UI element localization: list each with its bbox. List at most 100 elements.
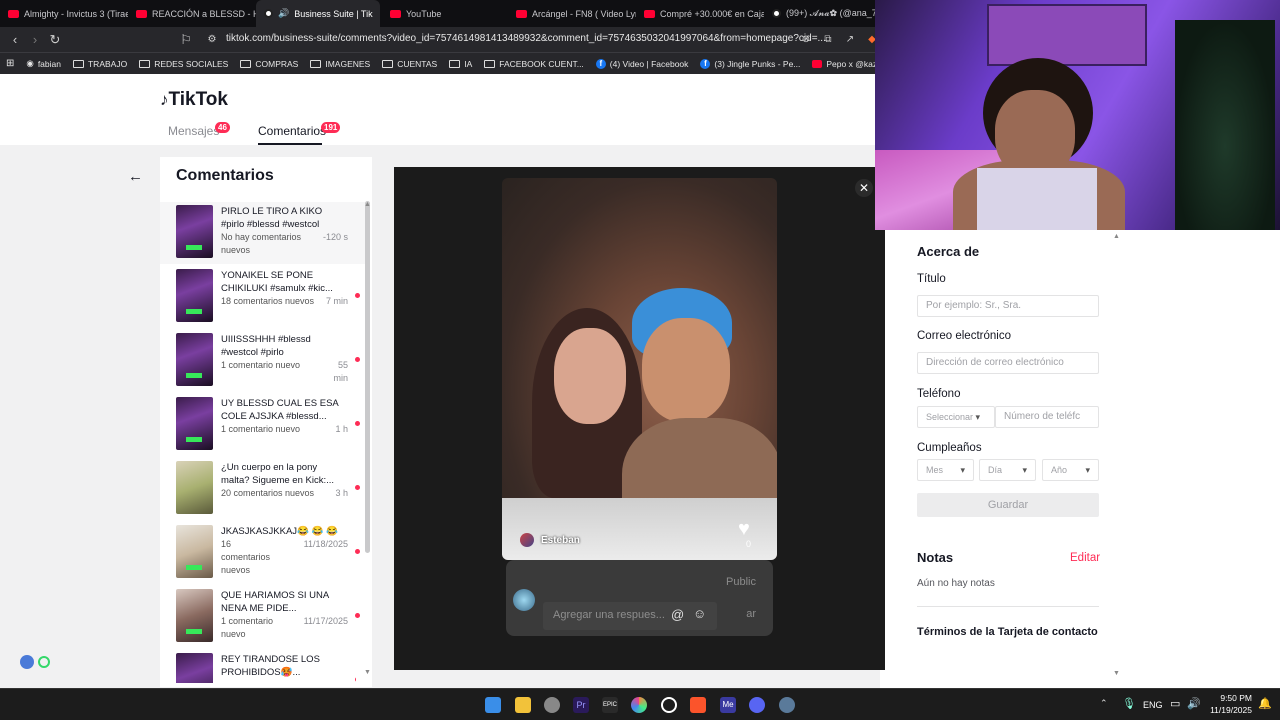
bookmark-item[interactable]: f (3) Jingle Punks - Pe... <box>694 58 806 69</box>
language-indicator[interactable]: ENG <box>1143 700 1163 710</box>
microphone-icon[interactable]: 🎙 <box>1122 697 1136 710</box>
facebook-icon: f <box>595 58 606 69</box>
comment-video-item[interactable]: UY BLESSD CUAL ES ESA COLE AJSJKA #bless… <box>176 397 360 453</box>
video-thumbnail <box>176 525 213 578</box>
bookmark-item[interactable]: TRABAJO <box>67 59 133 69</box>
status-widget-icon[interactable] <box>38 656 50 668</box>
author-avatar[interactable] <box>520 533 534 547</box>
url-field[interactable]: tiktok.com/business-suite/comments?video… <box>226 33 826 44</box>
discord-icon[interactable] <box>749 697 765 713</box>
public-label[interactable]: Public <box>726 576 756 588</box>
video-thumbnail <box>176 653 213 683</box>
folder-icon <box>139 59 151 68</box>
site-info-icon[interactable]: ⚙ <box>202 34 222 45</box>
comment-video-item[interactable]: JKASJKASJKKAJ😂 😂 😂 16 comentarios nuevos… <box>176 525 360 581</box>
network-icon[interactable]: ▭ <box>1170 697 1180 710</box>
browser-tab[interactable]: REACCIÓN a BLESSD - HUC... <box>128 0 256 27</box>
share-icon[interactable]: ↗ <box>840 34 860 45</box>
premiere-pro-icon[interactable]: Pr <box>573 697 589 713</box>
notifications-icon[interactable]: 🔔 <box>1258 697 1272 710</box>
tab-label: REACCIÓN a BLESSD - HUC... <box>152 8 256 19</box>
comment-video-item[interactable]: YONAIKEL SE PONE CHIKILUKI #samulx #kic.… <box>176 269 360 325</box>
bookmark-item[interactable]: IA <box>443 59 478 69</box>
tab-mensajes[interactable]: Mensajes <box>168 124 219 138</box>
emoji-icon[interactable]: ☺ <box>693 606 706 621</box>
video-thumbnail <box>176 589 213 642</box>
clock-time[interactable]: 9:50 PM <box>1212 693 1252 703</box>
send-button[interactable]: ar <box>746 608 756 620</box>
browser-tab[interactable]: YouTube <box>382 0 506 27</box>
author-name[interactable]: Esteban <box>541 535 580 546</box>
youtube-icon <box>644 9 655 18</box>
color-app-icon[interactable] <box>631 697 647 713</box>
panel-scroll-down-icon[interactable]: ▼ <box>1113 670 1120 677</box>
epic-games-icon[interactable]: EPIC <box>602 697 618 713</box>
scroll-down-icon[interactable]: ▼ <box>364 669 371 676</box>
panel-scroll-up-icon[interactable]: ▲ <box>1113 233 1120 240</box>
phone-country-select[interactable]: Seleccionar ▾ <box>917 406 995 428</box>
bookmark-item[interactable]: COMPRAS <box>234 59 304 69</box>
chevron-up-icon[interactable]: ⌃ <box>1100 698 1108 709</box>
open-external-icon[interactable]: ⧉ <box>818 34 838 45</box>
bookmark-item[interactable]: f (4) Video | Facebook <box>590 58 695 69</box>
bookmark-item[interactable]: REDES SOCIALES <box>133 59 234 69</box>
extension-widget-icon[interactable] <box>20 655 34 669</box>
phone-number-input[interactable]: Número de teléfc <box>995 406 1099 428</box>
bookmark-item[interactable]: CUENTAS <box>376 59 443 69</box>
bookmark-item[interactable]: IMAGENES <box>304 59 376 69</box>
clock-date[interactable]: 11/19/2025 <box>1202 705 1252 715</box>
comment-video-item[interactable]: QUE HARIAMOS SI UNA NENA ME PIDE... 1 co… <box>176 589 360 645</box>
back-arrow-icon[interactable]: ← <box>128 168 143 185</box>
edit-notes-button[interactable]: Editar <box>1070 552 1100 564</box>
close-video-icon[interactable]: ✕ <box>855 179 873 197</box>
volume-icon[interactable]: 🔊 <box>1187 697 1201 710</box>
comment-video-item[interactable]: UIIISSSHHH #blessd #westcol #pirlo 1 com… <box>176 333 360 389</box>
comment-video-item[interactable]: PIRLO LE TIRO A KIKO #pirlo #blessd #wes… <box>176 205 356 261</box>
browser-tab[interactable]: Compré +30.000€ en Caja... <box>636 0 764 27</box>
tiktok-logo[interactable]: ♪TikTok <box>160 89 228 111</box>
scroll-up-icon[interactable]: ▲ <box>364 201 371 208</box>
tracking-icon[interactable]: ⊘ <box>796 34 816 45</box>
person-tank-top <box>977 168 1097 230</box>
reply-input[interactable]: Agregar una respues... @ ☺ <box>543 602 717 630</box>
settings-app-icon[interactable] <box>544 697 560 713</box>
folder-icon <box>484 59 496 68</box>
apps-icon[interactable]: ⊞ <box>0 58 20 69</box>
comment-video-item[interactable]: ¿Un cuerpo en la pony malta? Sigueme en … <box>176 461 360 517</box>
bookmark-item[interactable]: FACEBOOK CUENT... <box>478 59 590 69</box>
like-heart-icon[interactable]: ♥ <box>738 518 750 541</box>
mention-icon[interactable]: @ <box>671 607 684 622</box>
scrollbar-thumb[interactable] <box>365 201 370 553</box>
obs-icon[interactable] <box>661 697 677 713</box>
tiktok-icon: ♪ <box>160 90 169 109</box>
steam-icon[interactable] <box>779 697 795 713</box>
browser-tab[interactable]: (99+) 𝓐𝓷𝓪✿ (@ana_782... <box>764 0 880 27</box>
unread-dot <box>355 549 360 554</box>
media-encoder-icon[interactable]: Me <box>720 697 736 713</box>
forward-icon[interactable]: › <box>25 32 45 47</box>
reply-placeholder: Agregar una respues... <box>553 609 665 621</box>
back-icon[interactable]: ‹ <box>5 32 25 47</box>
brave-browser-icon[interactable] <box>690 697 706 713</box>
year-select[interactable]: Año ▾ <box>1042 459 1099 481</box>
bookmark-item[interactable]: ◉ fabian <box>20 58 67 69</box>
terms-title[interactable]: Términos de la Tarjeta de contacto <box>917 626 1098 638</box>
reload-icon[interactable]: ↻ <box>45 32 65 48</box>
file-explorer-icon[interactable] <box>515 697 531 713</box>
browser-tab[interactable]: Arcángel - FN8 ( Video Lyr... <box>508 0 636 27</box>
day-select[interactable]: Día ▾ <box>979 459 1036 481</box>
unread-dot <box>355 677 356 682</box>
start-menu-icon[interactable] <box>485 697 501 713</box>
video-player[interactable]: Esteban ♥ 0 <box>502 178 777 560</box>
tab-comentarios[interactable]: Comentarios <box>258 124 326 138</box>
comment-video-item[interactable]: REY TIRANDOSE LOS PROHIBIDOS🥵... <box>176 653 356 683</box>
tab-label: Compré +30.000€ en Caja... <box>660 8 764 19</box>
browser-tab-active[interactable]: 🔊Business Suite | Tik✕ <box>256 0 380 27</box>
save-button[interactable]: Guardar <box>917 493 1099 517</box>
title-input[interactable]: Por ejemplo: Sr., Sra. <box>917 295 1099 317</box>
bookmark-icon[interactable]: ⚐ <box>176 32 196 48</box>
unread-dot <box>355 357 360 362</box>
email-input[interactable]: Dirección de correo electrónico <box>917 352 1099 374</box>
month-select[interactable]: Mes ▾ <box>917 459 974 481</box>
browser-tab[interactable]: Almighty - Invictus 3 (Tiraera... <box>0 0 128 27</box>
